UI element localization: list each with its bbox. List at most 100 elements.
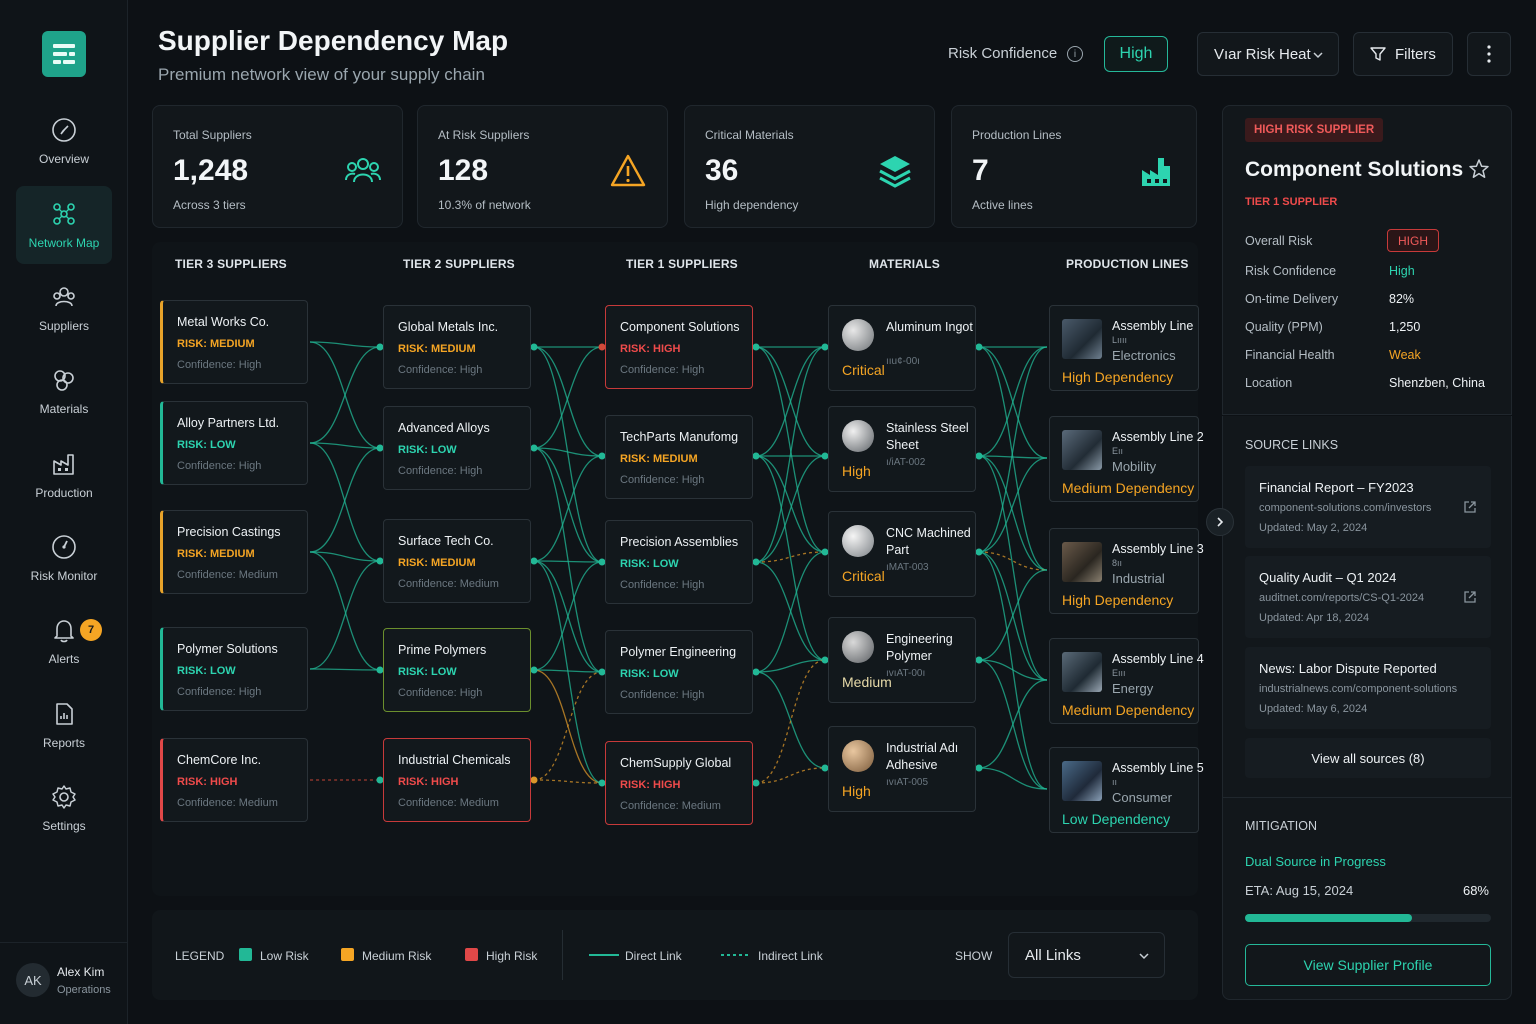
network-link (533, 447, 603, 673)
star-icon[interactable] (1468, 158, 1490, 180)
production-dependency: Medium Dependency (1062, 702, 1195, 718)
supplier-tier: TIER 1 SUPPLIER (1245, 196, 1338, 208)
high-risk-swatch (465, 948, 478, 961)
material-node-stainless-steel[interactable]: Stainless Steel Sheet ı/iAT-002 High (828, 406, 976, 492)
tier1-node-chemsupply-global[interactable]: ChemSupply Global RISK: HIGH Confidence: M… (605, 741, 753, 825)
tier2-node-surface-tech[interactable]: Surface Tech Co. RISK: MEDIUM Confidence: … (383, 519, 531, 603)
material-thumbnail (842, 631, 874, 663)
material-node-industrial-adhesive[interactable]: Industrial Adı Adhesive ıvıAT-005 High (828, 726, 976, 812)
network-link (755, 551, 826, 673)
tier3-node-precision-castings[interactable]: Precision Castings RISK: MEDIUM Confidence… (160, 510, 308, 594)
tier3-node-metal-works[interactable]: Metal Works Co. RISK: MEDIUM Confidence: H… (160, 300, 308, 384)
tier2-node-advanced-alloys[interactable]: Advanced Alloys RISK: LOW Confidence: High (383, 406, 531, 490)
detail-key: Location (1245, 376, 1293, 390)
material-code: ıMAT-003 (886, 562, 929, 573)
tier3-node-alloy-partners[interactable]: Alloy Partners Ltd. RISK: LOW Confidence: … (160, 401, 308, 485)
low-risk-swatch (239, 948, 252, 961)
source-url: auditnet.com/reports/CS-Q1-2024 (1259, 592, 1425, 604)
material-level: Critical (842, 362, 885, 378)
network-link (978, 679, 1048, 769)
network-link (755, 346, 826, 563)
network-link (978, 346, 1048, 553)
tier1-node-component-solutions[interactable]: Component Solutions RISK: HIGH Confidence:… (605, 305, 753, 389)
view-supplier-profile-button[interactable]: View Supplier Profile (1245, 944, 1491, 986)
network-link (755, 767, 826, 784)
detail-key: Overall Risk (1245, 234, 1313, 248)
tier3-node-chemcore[interactable]: ChemCore Inc. RISK: HIGH Confidence: Mediu… (160, 738, 308, 822)
material-node-aluminum-ingot[interactable]: Aluminum Ingot ııu¢-00ı Critical (828, 305, 976, 391)
tier1-node-precision-assemblies[interactable]: Precision Assemblies RISK: LOW Confidence:… (605, 520, 753, 604)
network-link (309, 560, 381, 670)
network-link (755, 455, 826, 563)
indirect-link-swatch (721, 954, 751, 956)
external-link-icon[interactable] (1463, 500, 1477, 514)
material-node-cnc-machined-part[interactable]: CNC Machined Part ıMAT-003 Critical (828, 511, 976, 597)
supplier-name: Component Solutions (1245, 158, 1464, 181)
node-risk: RISK: MEDIUM (177, 338, 255, 350)
material-level: High (842, 463, 871, 479)
source-link-news[interactable]: News: Labor Dispute Reported industrialn… (1245, 647, 1491, 729)
column-header-materials: MATERIALS (869, 257, 940, 271)
overall-risk-badge: HIGH (1387, 229, 1439, 252)
production-code: Eıı (1112, 446, 1124, 456)
tier2-node-industrial-chemicals[interactable]: Industrial Chemicals RISK: HIGH Confidence… (383, 738, 531, 822)
production-dependency: High Dependency (1062, 369, 1174, 385)
legend-indirect: Indirect Link (758, 949, 823, 963)
production-node-line-3[interactable]: Assembly Line 3 8ıı Industrial High Depe… (1049, 528, 1204, 614)
detail-value: 1,250 (1389, 320, 1421, 334)
material-name: CNC Machined Part (886, 526, 971, 557)
show-links-select[interactable]: All Links (1008, 932, 1165, 978)
node-confidence: Confidence: Medium (398, 797, 499, 809)
link-node-dot (530, 666, 538, 674)
source-url: component-solutions.com/investors (1259, 502, 1432, 514)
network-link (978, 346, 1048, 457)
network-link (755, 455, 826, 553)
mitigation-progress-track (1245, 914, 1491, 922)
node-risk: RISK: LOW (620, 668, 679, 680)
tier1-node-polymer-engineering[interactable]: Polymer Engineering RISK: LOW Confidence: … (605, 630, 753, 714)
node-name: Polymer Engineering (620, 645, 737, 659)
network-link (533, 671, 603, 781)
network-link (309, 668, 381, 671)
network-link (533, 779, 603, 784)
tier2-node-global-metals[interactable]: Global Metals Inc. RISK: MEDIUM Confidence… (383, 305, 531, 389)
tier2-node-prime-polymers[interactable]: Prime Polymers RISK: LOW Confidence: High (383, 628, 531, 712)
node-name: ChemCore Inc. (177, 753, 262, 767)
node-risk: RISK: HIGH (620, 343, 681, 355)
tier3-node-polymer-solutions[interactable]: Polymer Solutions RISK: LOW Confidence: Hi… (160, 627, 308, 711)
material-node-engineering-polymer[interactable]: Engineering Polymer ıvıAT-00ı Medium (828, 617, 976, 703)
production-node-line-4[interactable]: Assembly Line 4 Eııı Energy Medium Depen… (1049, 638, 1204, 724)
collapse-panel-button[interactable] (1206, 508, 1234, 536)
node-risk: RISK: MEDIUM (620, 453, 698, 465)
tier1-node-techparts[interactable]: TechParts Manufomg RISK: MEDIUM Confidence… (605, 415, 753, 499)
external-link-icon[interactable] (1463, 590, 1477, 604)
detail-key: Financial Health (1245, 348, 1335, 362)
production-node-line-1[interactable]: Assembly Line Lıııı Electronics High Dep… (1049, 305, 1199, 391)
high-risk-supplier-badge: HIGH RISK SUPPLIER (1245, 118, 1384, 142)
node-confidence: Confidence: High (620, 474, 705, 486)
supplier-detail-panel: HIGH RISK SUPPLIER Component Solutions T… (1222, 105, 1512, 415)
node-name: Industrial Chemicals (398, 753, 511, 767)
column-header-tier2: TIER 2 SUPPLIERS (403, 257, 515, 271)
app-root: Overview Network Map Suppliers Materials… (0, 0, 1536, 1024)
material-thumbnail (842, 319, 874, 351)
production-name: Assembly Line 2 (1112, 430, 1204, 444)
source-link-financial-report[interactable]: Financial Report – FY2023 component-solu… (1245, 466, 1491, 548)
material-name: Stainless Steel Sheet (886, 421, 969, 452)
material-code: ııu¢-00ı (886, 356, 920, 367)
link-node-dot (752, 452, 760, 460)
detail-value: High (1389, 264, 1415, 278)
material-code: ı/iAT-002 (886, 457, 926, 468)
production-category: Energy (1112, 681, 1154, 696)
material-thumbnail (842, 525, 874, 557)
production-node-line-5[interactable]: Assembly Line 5 ıı Consumer Low Dependen… (1049, 747, 1204, 833)
link-node-dot (752, 668, 760, 676)
direct-link-swatch (589, 954, 619, 956)
detail-value: Shenzben, China (1389, 376, 1485, 390)
detail-value: Weak (1389, 348, 1421, 362)
view-all-sources-button[interactable]: View all sources (8) (1245, 738, 1491, 778)
source-link-quality-audit[interactable]: Quality Audit – Q1 2024 auditnet.com/rep… (1245, 556, 1491, 638)
source-title: News: Labor Dispute Reported (1259, 661, 1437, 676)
legend-direct: Direct Link (625, 949, 682, 963)
production-node-line-2[interactable]: Assembly Line 2 Eıı Mobility Medium Depe… (1049, 416, 1204, 502)
